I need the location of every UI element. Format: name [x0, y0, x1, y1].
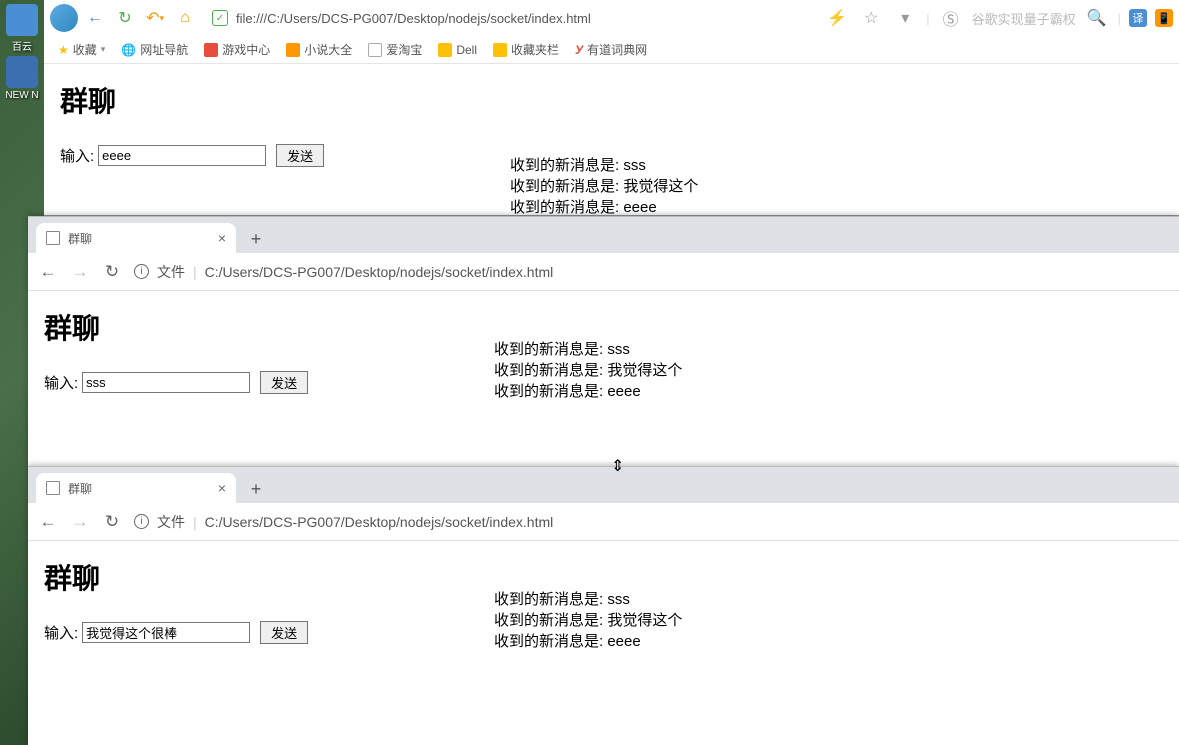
new-tab-button[interactable]: +	[242, 225, 270, 253]
sogou-toolbar: ← ↻ ↶▾ ⌂ ✓ file:///C:/Users/DCS-PG007/De…	[44, 0, 1179, 36]
forward-icon: →	[70, 262, 90, 282]
message-item: 收到的新消息是: eeee	[494, 381, 682, 402]
search-placeholder[interactable]: 谷歌实现量子霸权	[972, 9, 1076, 28]
page-content: 群聊 输入: 发送 收到的新消息是: sss 收到的新消息是: 我觉得这个 收到…	[44, 64, 1179, 183]
message-item: 收到的新消息是: sss	[494, 339, 682, 360]
bookmark-item[interactable]: У有道词典网	[575, 41, 647, 58]
desktop-icon[interactable]: 百云	[3, 4, 41, 52]
bookmark-item[interactable]: Dell	[438, 43, 477, 57]
address-bar: ← → ↻ i 文件 | C:/Users/DCS-PG007/Desktop/…	[28, 503, 1179, 541]
message-item: 收到的新消息是: sss	[494, 589, 682, 610]
bookmark-item[interactable]: 🌐网址导航	[121, 41, 188, 58]
file-icon	[46, 481, 60, 495]
desktop-icon[interactable]: NEW N	[3, 56, 41, 104]
close-icon[interactable]: ×	[218, 230, 226, 246]
bookmark-item[interactable]: 游戏中心	[204, 41, 270, 58]
send-button[interactable]: 发送	[260, 621, 308, 644]
translate-icon[interactable]: 译	[1129, 9, 1147, 27]
address-bar: ← → ↻ i 文件 | C:/Users/DCS-PG007/Desktop/…	[28, 253, 1179, 291]
message-item: 收到的新消息是: 我觉得这个	[494, 610, 682, 631]
star-icon: ★	[58, 43, 69, 57]
message-input[interactable]	[82, 372, 250, 393]
file-label: 文件	[157, 512, 185, 532]
reload-icon[interactable]: ↻	[102, 512, 122, 532]
chrome-window-3: 群聊 × + ← → ↻ i 文件 | C:/Users/DCS-PG007/D…	[28, 466, 1179, 745]
home-icon[interactable]: ⌂	[174, 7, 196, 29]
game-icon	[204, 43, 218, 57]
youdao-icon: У	[575, 43, 583, 57]
close-icon[interactable]: ×	[218, 480, 226, 496]
forward-icon: →	[70, 512, 90, 532]
tab-bar: 群聊 × +	[28, 217, 1179, 253]
novel-icon	[286, 43, 300, 57]
file-label: 文件	[157, 262, 185, 282]
message-list: 收到的新消息是: sss 收到的新消息是: 我觉得这个 收到的新消息是: eee…	[494, 339, 682, 402]
message-item: 收到的新消息是: eeee	[494, 631, 682, 652]
shield-icon[interactable]: ✓	[212, 10, 228, 26]
input-label: 输入:	[60, 145, 94, 166]
bookmark-item[interactable]: 爱淘宝	[368, 41, 422, 58]
new-tab-button[interactable]: +	[242, 475, 270, 503]
message-item: 收到的新消息是: 我觉得这个	[510, 176, 698, 197]
back-icon[interactable]: ←	[38, 262, 58, 282]
globe-icon: 🌐	[121, 43, 136, 57]
send-button[interactable]: 发送	[276, 144, 324, 167]
flash-icon[interactable]: ⚡	[826, 7, 848, 29]
message-input[interactable]	[98, 145, 266, 166]
file-icon	[46, 231, 60, 245]
favorites-button[interactable]: ★ 收藏 ▾	[58, 41, 105, 58]
browser-tab[interactable]: 群聊 ×	[36, 473, 236, 503]
back-icon[interactable]: ←	[38, 512, 58, 532]
message-input[interactable]	[82, 622, 250, 643]
undo-icon[interactable]: ↶▾	[144, 7, 166, 29]
folder-icon	[493, 43, 507, 57]
page-icon	[368, 43, 382, 57]
input-label: 输入:	[44, 372, 78, 393]
bookmarks-bar: ★ 收藏 ▾ 🌐网址导航 游戏中心 小说大全 爱淘宝 Dell 收藏夹栏 У有道…	[44, 36, 1179, 64]
chrome-window-2: 群聊 × + ← → ↻ i 文件 | C:/Users/DCS-PG007/D…	[28, 216, 1179, 466]
input-label: 输入:	[44, 622, 78, 643]
folder-icon	[438, 43, 452, 57]
address-bar-url[interactable]: file:///C:/Users/DCS-PG007/Desktop/nodej…	[236, 11, 591, 26]
info-icon[interactable]: i	[134, 514, 149, 529]
reload-icon[interactable]: ↻	[102, 262, 122, 282]
message-list: 收到的新消息是: sss 收到的新消息是: 我觉得这个 收到的新消息是: eee…	[510, 155, 698, 218]
desktop-icon-label: NEW N	[5, 90, 38, 101]
sogou-s-icon[interactable]: Ⓢ	[940, 7, 962, 29]
tab-title: 群聊	[68, 480, 92, 497]
favorites-label: 收藏	[73, 41, 97, 58]
send-button[interactable]: 发送	[260, 371, 308, 394]
dropdown-icon[interactable]: ▾	[894, 7, 916, 29]
tab-bar: 群聊 × +	[28, 467, 1179, 503]
page-content: 群聊 输入: 发送 收到的新消息是: sss 收到的新消息是: 我觉得这个 收到…	[28, 541, 1179, 660]
mobile-icon[interactable]: 📱	[1155, 9, 1173, 27]
star-icon[interactable]: ☆	[860, 7, 882, 29]
bookmark-item[interactable]: 小说大全	[286, 41, 352, 58]
browser-tab[interactable]: 群聊 ×	[36, 223, 236, 253]
reload-icon[interactable]: ↻	[114, 7, 136, 29]
message-item: 收到的新消息是: 我觉得这个	[494, 360, 682, 381]
message-item: 收到的新消息是: sss	[510, 155, 698, 176]
address-bar-url[interactable]: C:/Users/DCS-PG007/Desktop/nodejs/socket…	[205, 264, 554, 280]
bookmark-item[interactable]: 收藏夹栏	[493, 41, 559, 58]
search-icon[interactable]: 🔍	[1086, 7, 1108, 29]
sogou-browser-window: ← ↻ ↶▾ ⌂ ✓ file:///C:/Users/DCS-PG007/De…	[44, 0, 1179, 216]
page-title: 群聊	[60, 80, 1163, 120]
address-bar-url[interactable]: C:/Users/DCS-PG007/Desktop/nodejs/socket…	[205, 514, 554, 530]
sogou-logo-icon[interactable]	[50, 4, 78, 32]
page-content: 群聊 输入: 发送 收到的新消息是: sss 收到的新消息是: 我觉得这个 收到…	[28, 291, 1179, 410]
tab-title: 群聊	[68, 230, 92, 247]
info-icon[interactable]: i	[134, 264, 149, 279]
message-list: 收到的新消息是: sss 收到的新消息是: 我觉得这个 收到的新消息是: eee…	[494, 589, 682, 652]
back-icon[interactable]: ←	[84, 7, 106, 29]
message-item: 收到的新消息是: eeee	[510, 197, 698, 218]
desktop-icon-label: 百云	[12, 42, 32, 53]
